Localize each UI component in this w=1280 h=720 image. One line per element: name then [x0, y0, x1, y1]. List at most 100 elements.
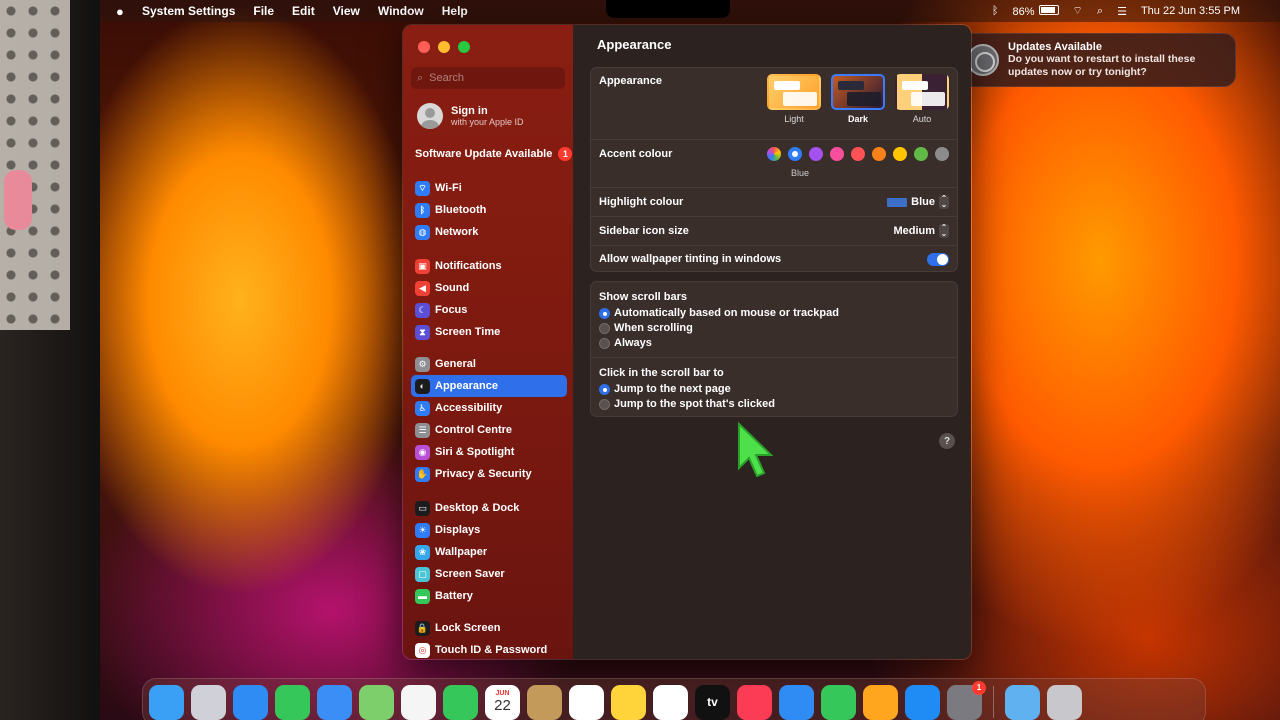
messages-icon[interactable]: [275, 684, 310, 720]
downloads-folder-icon[interactable]: [1005, 684, 1040, 720]
trash-icon[interactable]: [1047, 684, 1082, 720]
launchpad-icon[interactable]: [191, 684, 226, 720]
sidebar-icon-size-popup[interactable]: Medium ⌃ ⌄: [893, 224, 949, 238]
sidebar-item-label: Screen Time: [435, 326, 501, 338]
close-button[interactable]: [418, 41, 430, 53]
sidebar-item-privacy-security[interactable]: ✋ Privacy & Security: [411, 463, 567, 485]
menu-app-name[interactable]: System Settings: [142, 4, 235, 18]
accent-swatch[interactable]: [914, 147, 928, 161]
menu-view[interactable]: View: [333, 4, 360, 18]
accent-swatch[interactable]: [767, 147, 781, 161]
reminders-icon[interactable]: [569, 684, 604, 720]
sidebar-item-displays[interactable]: ☀ Displays: [411, 519, 567, 541]
notes-icon[interactable]: [611, 684, 646, 720]
update-notification[interactable]: Updates Available Do you want to restart…: [958, 33, 1236, 87]
sidebar-item-siri-spotlight[interactable]: ◉ Siri & Spotlight: [411, 441, 567, 463]
wifi-status-icon[interactable]: ⌔: [1073, 4, 1083, 18]
camera-notch: [606, 0, 730, 18]
theme-auto[interactable]: Auto: [895, 74, 949, 124]
sidebar-item-wi-fi[interactable]: ⌔ Wi-Fi: [411, 177, 567, 199]
battery-status[interactable]: 86%: [1013, 4, 1059, 18]
control-centre-status-icon[interactable]: ☰: [1117, 5, 1127, 18]
software-update-item[interactable]: Software Update Available 1: [415, 147, 573, 161]
sidebar-item-notifications[interactable]: ▣ Notifications: [411, 255, 567, 277]
safari-icon[interactable]: [233, 684, 268, 720]
menu-edit[interactable]: Edit: [292, 4, 315, 18]
sidebar-item-control-centre[interactable]: ☰ Control Centre: [411, 419, 567, 441]
sidebar-item-sound[interactable]: ◀ Sound: [411, 277, 567, 299]
sidebar-icon-size-label: Sidebar icon size: [599, 225, 689, 237]
scroll-bars-always-option[interactable]: Always: [599, 337, 652, 349]
sidebar-item-general[interactable]: ⚙ General: [411, 353, 567, 375]
search-input[interactable]: [429, 72, 550, 84]
sidebar-item-bluetooth[interactable]: ᛒ Bluetooth: [411, 199, 567, 221]
sidebar-item-wallpaper[interactable]: ❀ Wallpaper: [411, 541, 567, 563]
sidebar-icon-size-row: Sidebar icon size Medium ⌃ ⌄: [591, 217, 957, 246]
sidebar-item-lock-screen[interactable]: 🔒 Lock Screen: [411, 617, 567, 639]
apple-id-sign-in[interactable]: Sign in with your Apple ID: [417, 103, 524, 129]
mail-icon[interactable]: [317, 684, 352, 720]
keynote-icon[interactable]: [779, 684, 814, 720]
system-settings-icon[interactable]: 1: [947, 680, 986, 720]
accent-swatch[interactable]: [893, 147, 907, 161]
sidebar-item-screen-time[interactable]: ⧗ Screen Time: [411, 321, 567, 343]
show-scroll-bars-label: Show scroll bars: [599, 291, 688, 303]
accent-swatch[interactable]: [872, 147, 886, 161]
finder-icon[interactable]: [149, 684, 184, 720]
sidebar-item-label: Sound: [435, 282, 470, 294]
menu-clock[interactable]: Thu 22 Jun 3:55 PM: [1141, 5, 1240, 17]
apple-menu-icon[interactable]: ●: [116, 4, 128, 19]
music-icon[interactable]: [737, 684, 772, 720]
contacts-icon[interactable]: [527, 684, 562, 720]
sidebar-item-focus[interactable]: ☾ Focus: [411, 299, 567, 321]
sidebar-item-label: Wallpaper: [435, 546, 488, 558]
theme-light[interactable]: Light: [767, 74, 821, 124]
tv-icon[interactable]: tv: [695, 684, 730, 720]
accent-swatch[interactable]: [830, 147, 844, 161]
pages-icon[interactable]: [863, 684, 898, 720]
battery-status-icon: [1038, 4, 1059, 15]
photos-icon[interactable]: [401, 684, 436, 720]
sidebar-item-desktop-dock[interactable]: ▭ Desktop & Dock: [411, 497, 567, 519]
freeform-icon[interactable]: [653, 684, 688, 720]
help-button[interactable]: ?: [939, 433, 955, 449]
numbers-icon[interactable]: [821, 684, 856, 720]
scroll-bars-auto-option[interactable]: Automatically based on mouse or trackpad: [599, 307, 839, 319]
jump-next-page-option[interactable]: Jump to the next page: [599, 383, 731, 395]
sidebar-item-battery[interactable]: ▬ Battery: [411, 585, 567, 607]
sidebar-item-accessibility[interactable]: ♿ Accessibility: [411, 397, 567, 419]
sidebar-item-screen-saver[interactable]: ▢ Screen Saver: [411, 563, 567, 585]
accent-swatch[interactable]: [809, 147, 823, 161]
sidebar-item-label: Control Centre: [435, 424, 512, 436]
sidebar-item-appearance[interactable]: ◐ Appearance: [411, 375, 567, 397]
scroll-bars-when-scrolling-option[interactable]: When scrolling: [599, 322, 693, 334]
facetime-icon[interactable]: [443, 684, 478, 720]
chevron-updown-icon: ⌃ ⌄: [939, 223, 949, 238]
notification-body: Do you want to restart to install these …: [1008, 53, 1196, 78]
software-update-label: Software Update Available: [415, 148, 553, 160]
minimize-button[interactable]: [438, 41, 450, 53]
spotlight-icon[interactable]: ⌕: [1097, 5, 1103, 18]
app-store-icon[interactable]: [905, 684, 940, 720]
sidebar-item-touch-id-password[interactable]: ◎ Touch ID & Password: [411, 639, 567, 659]
theme-light-label: Light: [784, 114, 804, 124]
zoom-button[interactable]: [458, 41, 470, 53]
calendar-icon[interactable]: JUN 22: [485, 684, 520, 720]
highlight-colour-popup[interactable]: Blue ⌃ ⌄: [887, 195, 949, 209]
appearance-row: Appearance Light Dark Auto: [591, 68, 957, 140]
menu-help[interactable]: Help: [442, 4, 468, 18]
accent-swatch[interactable]: [935, 147, 949, 161]
tv-label: tv: [707, 695, 718, 709]
maps-icon[interactable]: [359, 684, 394, 720]
menu-file[interactable]: File: [253, 4, 274, 18]
theme-dark[interactable]: Dark: [831, 74, 885, 124]
jump-to-spot-option[interactable]: Jump to the spot that's clicked: [599, 398, 775, 410]
accent-swatch[interactable]: [851, 147, 865, 161]
menu-window[interactable]: Window: [378, 4, 424, 18]
search-field[interactable]: ⌕: [411, 67, 565, 89]
jump-next-page-label: Jump to the next page: [614, 383, 731, 395]
bluetooth-status-icon[interactable]: ᛒ: [992, 5, 999, 17]
wallpaper-tinting-toggle[interactable]: [927, 253, 949, 266]
sidebar-item-network[interactable]: ◍ Network: [411, 221, 567, 243]
accent-swatch[interactable]: [788, 147, 802, 161]
